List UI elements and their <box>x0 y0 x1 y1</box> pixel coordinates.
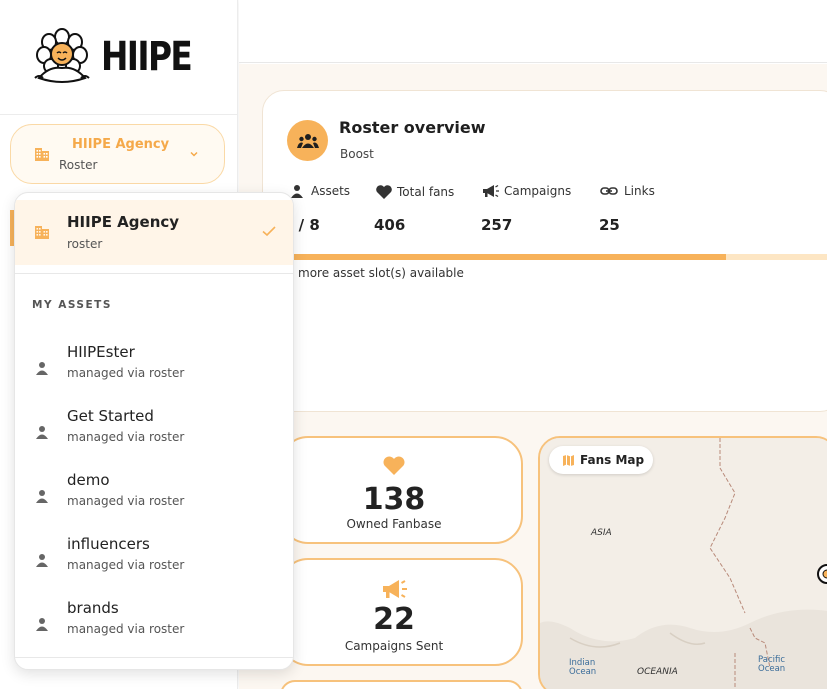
map-label-pacific-ocean: Pacific Ocean <box>758 656 785 674</box>
link-icon <box>600 187 618 195</box>
campaigns-sent-label: Campaigns Sent <box>344 639 444 653</box>
dropdown-item-agency[interactable]: HIIPE Agency roster <box>15 200 293 265</box>
map-label-line: Ocean <box>758 664 786 674</box>
dropdown-item-brands[interactable]: brands managed via roster <box>15 599 293 653</box>
map-label-asia: ASIA <box>591 528 612 538</box>
stat-label: Links <box>624 184 655 198</box>
stat-fans-header: Total fans <box>375 184 454 200</box>
person-icon <box>36 362 48 375</box>
stat-links-header: Links <box>600 184 655 198</box>
heart-icon <box>383 456 405 475</box>
person-icon <box>36 618 48 631</box>
stat-links-value: 25 <box>599 216 620 234</box>
world-map <box>540 438 827 689</box>
owned-fanbase-value: 138 <box>362 482 426 517</box>
dropdown-item-subtitle: roster <box>67 237 103 251</box>
owned-fanbase-card[interactable]: 138 Owned Fanbase <box>280 436 523 544</box>
fans-map-label: Fans Map <box>580 453 645 467</box>
logo-text: HIIPE <box>100 34 193 80</box>
building-icon <box>35 148 49 161</box>
campaigns-sent-card[interactable]: 22 Campaigns Sent <box>280 558 523 666</box>
asset-name: Get Started <box>67 407 154 425</box>
owned-fanbase-label: Owned Fanbase <box>346 517 442 531</box>
person-icon <box>36 490 48 503</box>
asset-subtitle: managed via roster <box>67 430 185 444</box>
map-label-line: Ocean <box>569 667 597 677</box>
stat-campaigns-header: Campaigns <box>482 184 571 198</box>
dropdown-divider <box>15 657 293 658</box>
overview-subtitle: Boost <box>340 147 374 161</box>
person-icon <box>36 554 48 567</box>
person-icon <box>36 426 48 439</box>
asset-subtitle: managed via roster <box>67 494 185 508</box>
selector-subtitle: Roster <box>59 158 98 172</box>
stat-label: Total fans <box>397 185 455 199</box>
megaphone-icon <box>383 580 407 598</box>
stat-card-partial[interactable] <box>280 680 523 689</box>
stat-label: Assets <box>311 184 351 198</box>
campaigns-sent-value: 22 <box>373 602 415 637</box>
agency-selector[interactable]: HIIPE Agency Roster <box>10 124 225 184</box>
stat-assets-header: Assets <box>290 184 350 198</box>
stat-label: Campaigns <box>504 184 572 198</box>
flower-mascot-icon <box>33 28 90 83</box>
dropdown-item-title: HIIPE Agency <box>67 213 180 231</box>
top-bar <box>239 0 827 63</box>
overview-title: Roster overview <box>339 118 486 137</box>
fans-map-chip[interactable]: Fans Map <box>549 446 653 474</box>
building-icon <box>35 226 49 239</box>
asset-name: HIIPEster <box>67 343 135 361</box>
logo[interactable]: HIIPE <box>0 0 237 115</box>
my-assets-heading: MY ASSETS <box>32 299 112 311</box>
progress-fill <box>294 254 726 260</box>
asset-subtitle: managed via roster <box>67 558 185 572</box>
asset-slots-progress-bar <box>294 254 827 260</box>
asset-subtitle: managed via roster <box>67 622 185 636</box>
dropdown-item-demo[interactable]: demo managed via roster <box>15 471 293 525</box>
map-marker-icon[interactable] <box>816 562 827 586</box>
group-icon <box>287 120 328 161</box>
slots-available-text: more asset slot(s) available <box>298 266 464 280</box>
asset-dropdown-menu: HIIPE Agency roster MY ASSETS HIIPEster … <box>14 192 294 670</box>
dropdown-item-get-started[interactable]: Get Started managed via roster <box>15 407 293 461</box>
asset-name: brands <box>67 599 119 617</box>
dropdown-item-hiipester[interactable]: HIIPEster managed via roster <box>15 343 293 397</box>
asset-name: demo <box>67 471 110 489</box>
asset-subtitle: managed via roster <box>67 366 185 380</box>
roster-overview-card <box>262 90 827 412</box>
stat-fans-value: 406 <box>374 216 406 234</box>
selector-title: HIIPE Agency <box>72 137 170 152</box>
map-label-oceania: OCEANIA <box>637 667 678 677</box>
stat-campaigns-value: 257 <box>481 216 513 234</box>
asset-name: influencers <box>67 535 150 553</box>
check-icon <box>262 226 276 237</box>
dropdown-item-influencers[interactable]: influencers managed via roster <box>15 535 293 589</box>
person-icon <box>291 185 303 198</box>
dropdown-divider <box>15 273 293 274</box>
heart-icon <box>376 185 392 199</box>
map-icon <box>563 454 574 466</box>
map-label-indian-ocean: Indian Ocean <box>569 659 596 677</box>
chevron-down-icon <box>190 151 198 157</box>
megaphone-icon <box>483 184 499 198</box>
